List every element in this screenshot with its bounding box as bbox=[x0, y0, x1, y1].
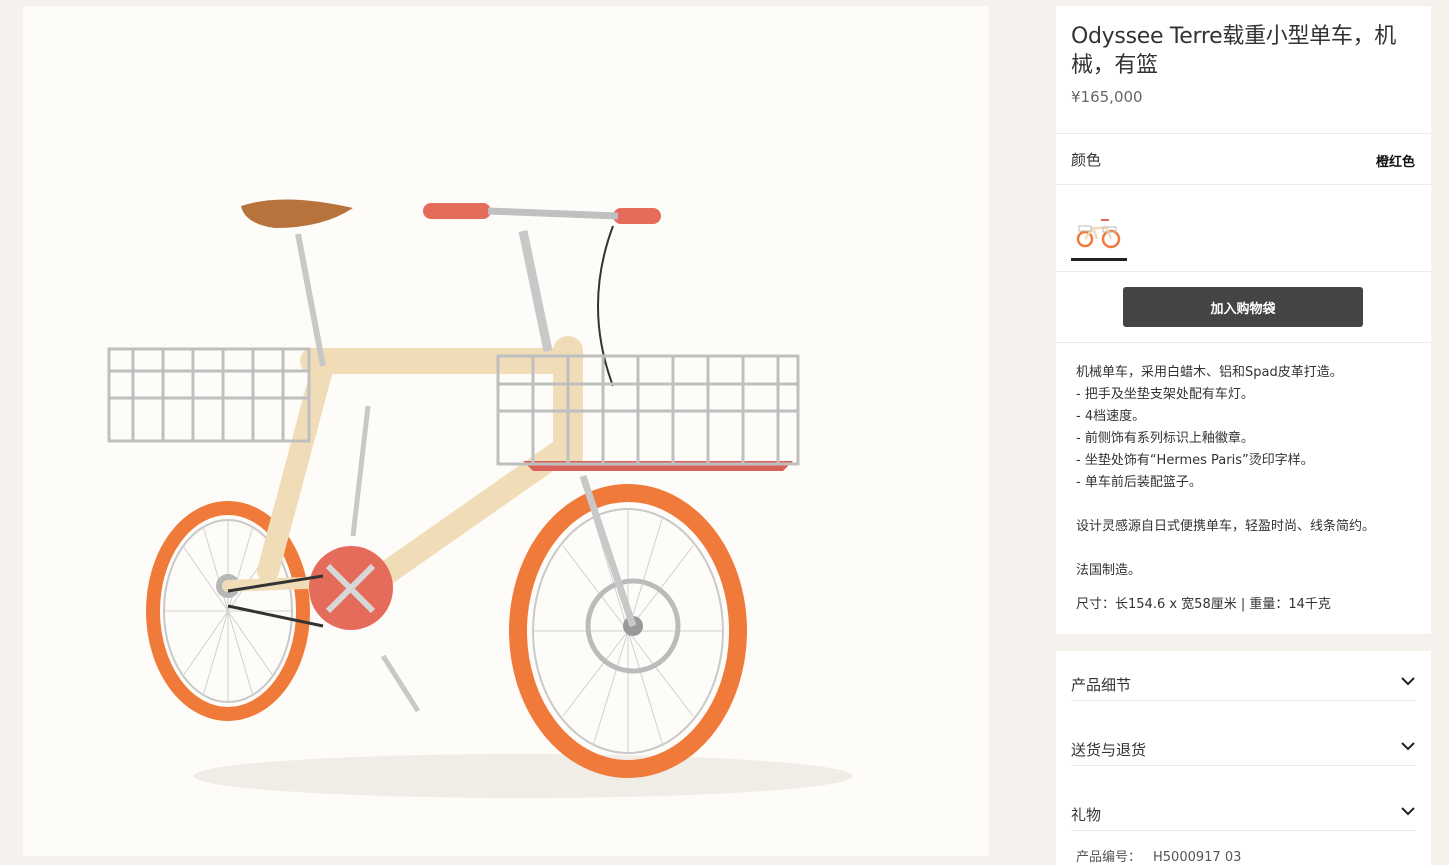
divider bbox=[1056, 342, 1431, 343]
bicycle-illustration bbox=[107, 199, 853, 798]
selected-indicator bbox=[1071, 258, 1127, 261]
product-dimensions: 尺寸：长154.6 x 宽58厘米 | 重量：14千克 bbox=[1076, 597, 1331, 612]
accordion-label: 产品细节 bbox=[1071, 676, 1132, 694]
sku-label: 产品编号： bbox=[1076, 850, 1142, 865]
rear-basket bbox=[107, 347, 311, 443]
wooden-frame bbox=[222, 336, 583, 598]
description-line: 设计灵感源自日式便携单车，轻盈时尚、线条简约。 bbox=[1076, 519, 1376, 534]
description-line: 机械单车，采用白蜡木、铝和Spad皮革打造。 bbox=[1076, 365, 1343, 380]
accordion-gift[interactable]: 礼物 bbox=[1071, 781, 1416, 831]
product-info-panel: Odyssee Terre载重小型单车，机械，有篮 ¥165,000 颜色 橙红… bbox=[1056, 6, 1431, 634]
divider bbox=[1056, 133, 1431, 134]
product-title: Odyssee Terre载重小型单车，机械，有篮 bbox=[1071, 24, 1396, 78]
accordion-product-details[interactable]: 产品细节 bbox=[1071, 651, 1416, 701]
front-wheel bbox=[509, 484, 747, 778]
chevron-down-icon[interactable] bbox=[1400, 673, 1416, 689]
chevron-down-icon[interactable] bbox=[1400, 738, 1416, 754]
description-line: 法国制造。 bbox=[1076, 563, 1142, 578]
accordion-shipping-returns[interactable]: 送货与退货 bbox=[1071, 716, 1416, 766]
divider bbox=[1056, 184, 1431, 185]
bicycle-thumbnail-icon bbox=[1076, 219, 1121, 249]
product-image[interactable] bbox=[23, 6, 989, 856]
description-line: - 坐垫处饰有“Hermes Paris”烫印字样。 bbox=[1076, 453, 1314, 468]
divider bbox=[1056, 271, 1431, 272]
add-to-bag-button[interactable]: 加入购物袋 bbox=[1123, 287, 1363, 327]
color-swatch-orange-red[interactable] bbox=[1071, 211, 1127, 261]
chevron-down-icon[interactable] bbox=[1400, 803, 1416, 819]
accordion-label: 礼物 bbox=[1071, 806, 1102, 824]
description-line: - 前侧饰有系列标识上釉徽章。 bbox=[1076, 431, 1254, 446]
color-label: 颜色 bbox=[1071, 151, 1102, 169]
description-line: - 单车前后装配篮子。 bbox=[1076, 475, 1202, 490]
product-description: 机械单车，采用白蜡木、铝和Spad皮革打造。 - 把手及坐垫支架处配有车灯。 -… bbox=[1076, 362, 1416, 582]
product-price: ¥165,000 bbox=[1071, 88, 1143, 106]
product-sku: 产品编号： H5000917 03 bbox=[1076, 846, 1241, 865]
sku-value: H5000917 03 bbox=[1153, 850, 1242, 865]
description-line: - 把手及坐垫支架处配有车灯。 bbox=[1076, 387, 1254, 402]
color-value: 橙红色 bbox=[1375, 155, 1415, 170]
description-line: - 4档速度。 bbox=[1076, 409, 1146, 424]
accordion-label: 送货与退货 bbox=[1071, 741, 1147, 759]
accordion-panel: 产品细节 送货与退货 礼物 产品编号： H5000917 03 bbox=[1056, 651, 1431, 865]
